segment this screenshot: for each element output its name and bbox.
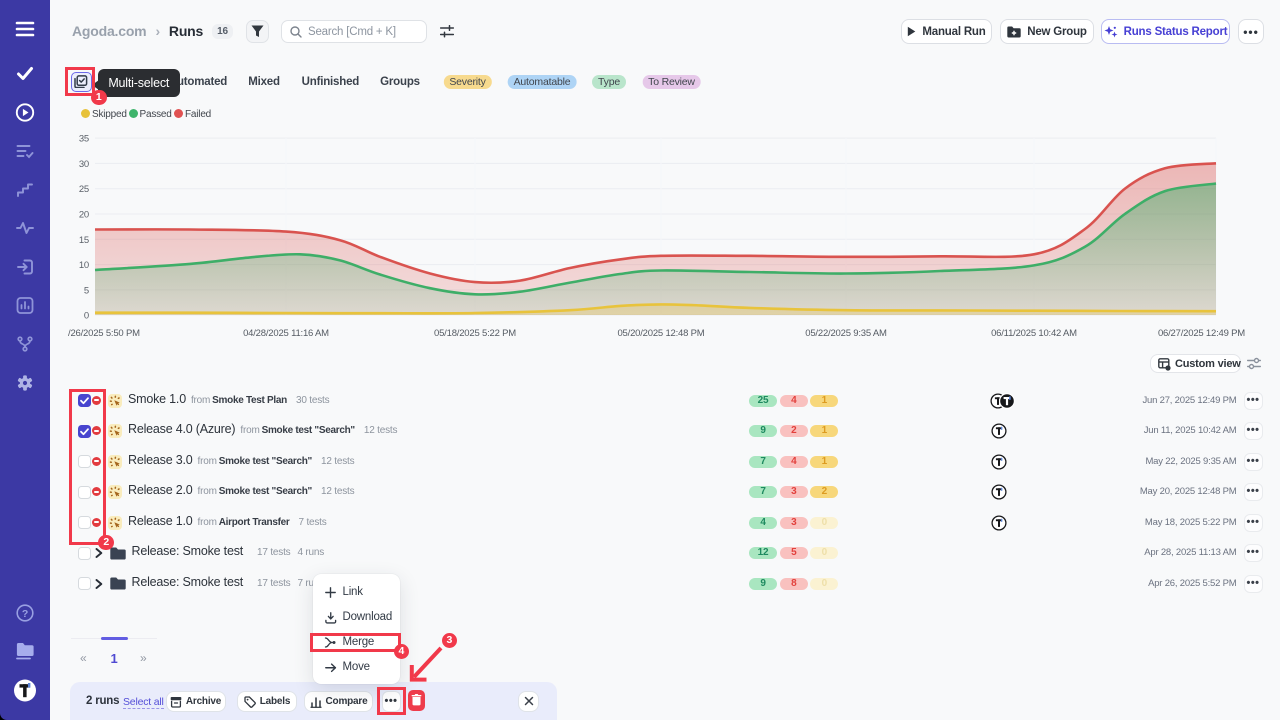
svg-text:06/27/2025 12:49 PM: 06/27/2025 12:49 PM [1158, 328, 1245, 339]
svg-text:5: 5 [84, 285, 89, 296]
svg-text:06/11/2025 10:42 AM: 06/11/2025 10:42 AM [991, 328, 1077, 339]
svg-text:04/28/2025 11:16 AM: 04/28/2025 11:16 AM [243, 328, 329, 339]
svg-text:05/18/2025 5:22 PM: 05/18/2025 5:22 PM [434, 328, 516, 339]
svg-text:15: 15 [79, 235, 89, 246]
svg-text:05/22/2025 9:35 AM: 05/22/2025 9:35 AM [805, 328, 887, 339]
svg-text:20: 20 [79, 210, 89, 221]
svg-text:0: 0 [84, 311, 89, 322]
svg-text:?: ? [22, 608, 28, 620]
svg-text:05/20/2025 12:48 PM: 05/20/2025 12:48 PM [617, 328, 704, 339]
svg-text:10: 10 [79, 260, 89, 271]
svg-text:30: 30 [79, 159, 89, 170]
svg-text:/26/2025 5:50 PM: /26/2025 5:50 PM [68, 328, 140, 339]
svg-text:25: 25 [79, 184, 89, 195]
svg-text:35: 35 [79, 134, 89, 145]
